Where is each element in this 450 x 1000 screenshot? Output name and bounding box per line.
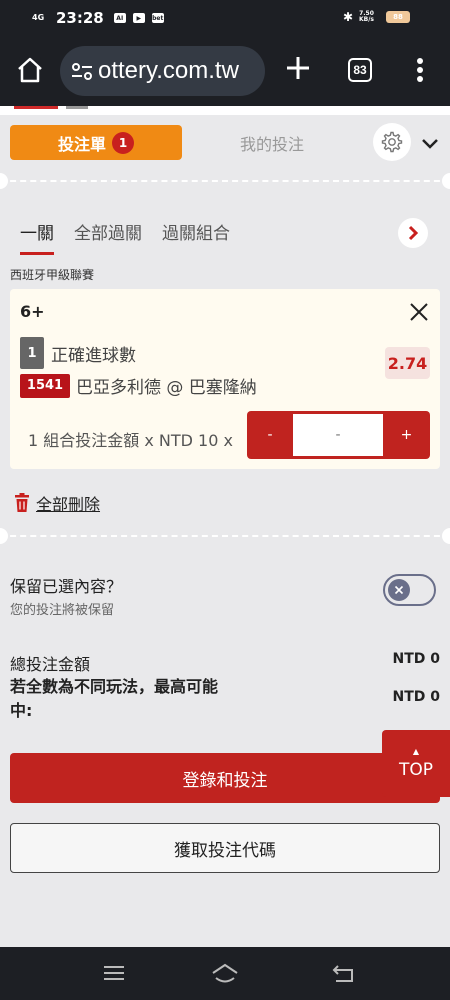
increase-stake-button[interactable]: + xyxy=(383,411,430,459)
x-icon xyxy=(394,585,404,595)
total-stake-label: 總投注金額 xyxy=(10,655,91,674)
market-name: 正確進球數 xyxy=(51,345,136,366)
status-bar: 4G 23:28 AI ▶ bet ✱ 7.50 KB/s 88 xyxy=(0,0,450,36)
betslip-panel: 投注單 1 我的投注 一關 全部過關 過關組合 西班牙甲級聯賽 6+ 1 正確進… xyxy=(0,115,450,947)
browser-toolbar: ottery.com.tw 83 xyxy=(0,36,450,106)
home-icon[interactable] xyxy=(211,961,239,985)
tab-all-parlay[interactable]: 全部過關 xyxy=(74,219,142,255)
tab-switcher-button[interactable]: 83 xyxy=(348,58,372,82)
close-icon[interactable] xyxy=(408,301,430,323)
tab-single[interactable]: 一關 xyxy=(20,219,54,255)
more-menu-icon[interactable] xyxy=(408,56,432,84)
stake-stepper: - - + xyxy=(247,411,430,459)
divider xyxy=(0,535,450,537)
toggle-knob xyxy=(388,579,410,601)
page-top-strip xyxy=(0,106,450,115)
selection-label: 6+ xyxy=(20,302,45,321)
system-nav-bar xyxy=(0,947,450,1000)
home-icon[interactable] xyxy=(14,54,46,86)
caret-up-icon: ▲ xyxy=(412,746,420,756)
status-time: 23:28 xyxy=(56,9,104,27)
bet-notification-icon: bet xyxy=(151,13,164,23)
total-stake-value: NTD 0 xyxy=(392,651,440,667)
divider xyxy=(0,180,450,182)
betslip-tab-label: 投注單 xyxy=(57,134,106,154)
new-tab-icon[interactable] xyxy=(282,52,314,84)
youtube-notification-icon: ▶ xyxy=(132,13,145,23)
stake-label: 1 組合投注金額 x NTD 10 x xyxy=(28,431,233,450)
chevron-right-icon xyxy=(408,225,419,241)
battery-icon: 88 xyxy=(386,11,410,23)
odds-value: 2.74 xyxy=(385,347,430,379)
signal-indicator: 4G xyxy=(32,13,45,22)
max-win-value: NTD 0 xyxy=(392,689,440,705)
bet-card: 6+ 1 正確進球數 1541 巴亞多利德 @ 巴塞隆納 2.74 1 組合投注… xyxy=(10,289,440,469)
scroll-top-label: TOP xyxy=(398,759,434,780)
get-bet-code-button[interactable]: 獲取投注代碼 xyxy=(10,823,440,873)
league-name: 西班牙甲級聯賽 xyxy=(10,268,95,282)
max-win-label: 若全數為不同玩法，最高可能中: xyxy=(10,677,219,720)
market-row: 1 正確進球數 xyxy=(20,337,136,369)
next-tab-button[interactable] xyxy=(398,218,428,248)
bluetooth-icon: ✱ xyxy=(342,10,353,24)
tab-betslip[interactable]: 投注單 1 xyxy=(10,125,182,160)
site-settings-icon[interactable] xyxy=(70,59,94,83)
chevron-down-icon[interactable] xyxy=(420,135,440,151)
tab-parlay-combo[interactable]: 過關組合 xyxy=(162,219,230,255)
match-row: 1541 巴亞多利德 @ 巴塞隆納 xyxy=(20,373,257,398)
match-name: 巴亞多利德 @ 巴塞隆納 xyxy=(76,378,257,398)
network-speed: 7.50 KB/s xyxy=(359,10,374,23)
delete-all-label: 全部刪除 xyxy=(36,495,101,514)
delete-all-button[interactable]: 全部刪除 xyxy=(14,491,100,515)
stake-multiplier-field[interactable]: - xyxy=(293,414,383,456)
bet-type-tabs: 一關 全部過關 過關組合 xyxy=(20,219,250,255)
settings-button[interactable] xyxy=(373,123,411,161)
login-and-bet-button[interactable]: 登錄和投注 xyxy=(10,753,440,803)
retain-selection-subtitle: 您的投注將被保留 xyxy=(10,603,115,618)
address-bar[interactable]: ottery.com.tw xyxy=(60,46,265,96)
market-number-badge: 1 xyxy=(20,337,44,369)
back-icon[interactable] xyxy=(330,961,358,985)
ai-notification-icon: AI xyxy=(113,13,126,23)
menu-icon[interactable] xyxy=(100,961,128,985)
match-id-badge: 1541 xyxy=(20,373,70,398)
betslip-count-badge: 1 xyxy=(112,131,134,154)
retain-selection-toggle[interactable] xyxy=(383,574,436,606)
scroll-top-button[interactable]: ▲ TOP xyxy=(382,730,450,797)
decrease-stake-button[interactable]: - xyxy=(247,411,293,459)
tab-my-bets[interactable]: 我的投注 xyxy=(192,125,352,160)
gear-icon xyxy=(381,131,403,153)
url-text: ottery.com.tw xyxy=(98,57,239,84)
trash-icon xyxy=(15,493,29,512)
retain-selection-title: 保留已選內容？ xyxy=(10,577,123,596)
